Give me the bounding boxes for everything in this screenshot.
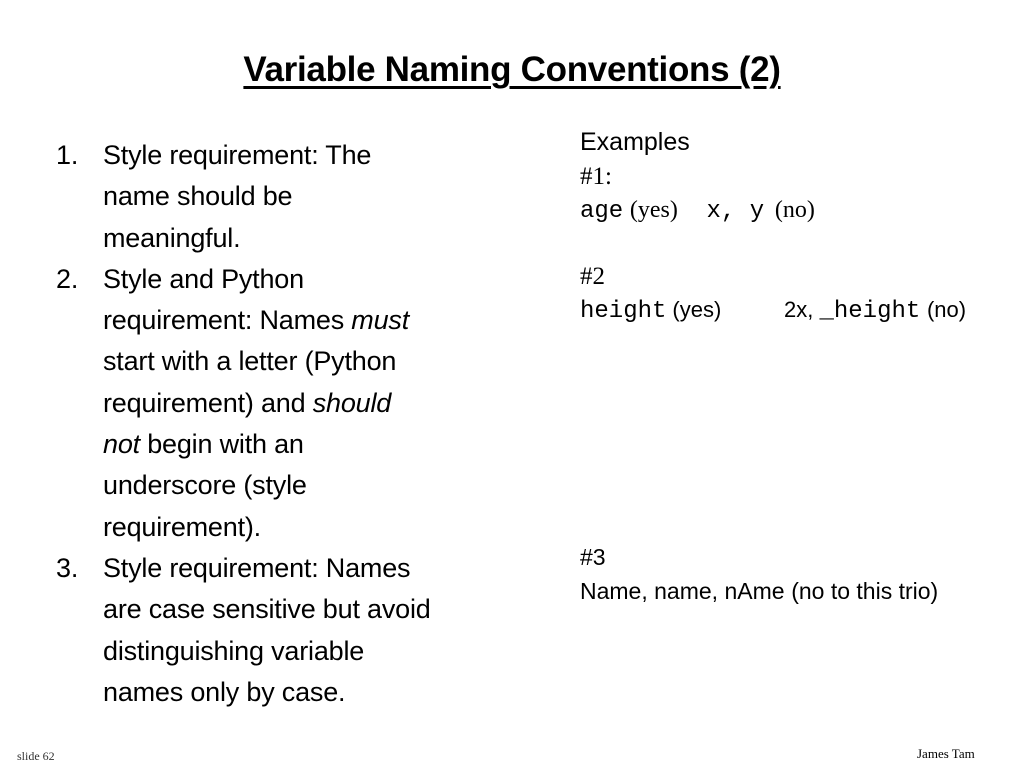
example-1-label: #1: <box>580 163 612 190</box>
list-line: names only by case. <box>103 676 346 707</box>
list-number: 1. <box>56 140 79 170</box>
emphasis-should: should <box>312 387 392 418</box>
list-item-1: 1. Style requirement: The name should be… <box>56 135 496 259</box>
example-3-row: Name, name, nAme (no to this trio) <box>580 575 938 608</box>
good-verdict: (yes) <box>672 297 722 322</box>
bad-prefix: 2x, <box>783 297 820 322</box>
list-number: 3. <box>56 552 79 583</box>
verdict: (no to this trio) <box>791 578 939 604</box>
bad-names: x, y <box>706 198 765 225</box>
emphasis-not: not <box>103 429 140 460</box>
example-3-label: #3 <box>580 544 606 570</box>
list-line: Style requirement: The <box>103 140 372 170</box>
good-name: height <box>580 298 667 325</box>
slide-number: slide 62 <box>17 749 55 763</box>
emphasis-must: must <box>351 305 410 336</box>
list-item-2: 2. Style and Python requirement: Names m… <box>56 259 496 548</box>
list-item-3: 3. Style requirement: Names are case sen… <box>56 548 496 713</box>
examples-heading: Examples <box>580 128 690 156</box>
bad-verdict: (no) <box>926 297 967 322</box>
bad-verdict: (no) <box>774 197 815 223</box>
list-line: Style and Python <box>103 263 304 294</box>
list-line: requirement). <box>103 511 261 542</box>
list-line: start with a letter (Python <box>103 346 397 377</box>
list-line: distinguishing variable <box>103 635 365 666</box>
bad-name: _height <box>819 298 921 325</box>
example-2-row: height (yes) 2x, _height (no) <box>580 294 966 328</box>
bad-names: Name, name, nAme <box>580 578 785 604</box>
list-line: Style requirement: Names <box>103 552 411 583</box>
list-line: are case sensitive but avoid <box>103 594 431 625</box>
list-line: requirement: Names <box>103 305 352 336</box>
good-verdict: (yes) <box>629 197 678 223</box>
slide-title: Variable Naming Conventions (2) <box>0 46 1024 94</box>
author-name: James Tam <box>917 746 975 761</box>
example-2-label: #2 <box>580 263 605 290</box>
list-line: begin with an <box>139 429 304 460</box>
list-line: requirement) and <box>103 387 313 418</box>
slide-title-text: Variable Naming Conventions (2) <box>243 50 781 89</box>
list-line: name should be <box>103 181 293 212</box>
good-name: age <box>580 198 624 225</box>
requirements-list: 1. Style requirement: The name should be… <box>56 135 496 713</box>
list-line: underscore (style <box>103 470 307 501</box>
example-1-row: age (yes) x, y (no) <box>580 194 815 228</box>
list-line: meaningful. <box>103 222 241 253</box>
list-number: 2. <box>56 263 79 294</box>
